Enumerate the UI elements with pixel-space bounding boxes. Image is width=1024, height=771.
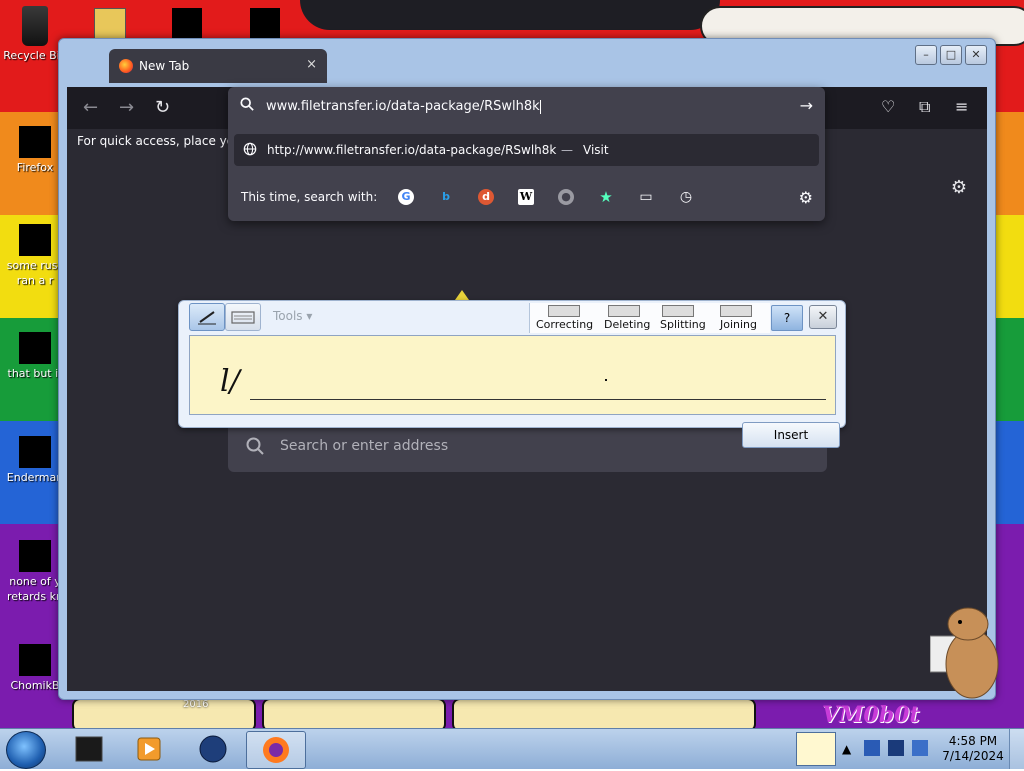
wikipedia-icon[interactable]: W <box>518 189 534 205</box>
recycle-bin-icon <box>22 6 48 46</box>
wallpaper-dark-shape <box>300 0 720 30</box>
ink-dot <box>605 379 607 381</box>
suggestion-url: http://www.filetransfer.io/data-package/… <box>267 143 557 157</box>
folder-icon <box>19 332 51 364</box>
keyboard-button[interactable] <box>225 303 261 331</box>
url-suggestion[interactable]: http://www.filetransfer.io/data-package/… <box>234 134 819 166</box>
back-button[interactable]: ← <box>83 97 98 118</box>
desktop-app-icon-2[interactable] <box>250 8 280 40</box>
system-tray: ▲ <box>796 732 936 766</box>
network-icon[interactable] <box>888 740 904 756</box>
ink-writing-area[interactable]: l/ <box>189 335 836 415</box>
hamster-icon <box>19 644 51 676</box>
gesture-correcting[interactable]: Correcting <box>536 318 593 331</box>
reload-button[interactable]: ↻ <box>155 97 170 118</box>
desktop-folder-icon[interactable] <box>94 8 126 42</box>
action-center-icon[interactable] <box>864 740 880 756</box>
writing-baseline <box>250 399 826 400</box>
globe-app-icon <box>199 735 227 763</box>
search-settings-gear-icon[interactable]: ⚙ <box>799 188 813 207</box>
insert-button[interactable]: Insert <box>742 422 840 448</box>
taskbar: ▲ 4:58 PM 7/14/2024 <box>0 728 1024 769</box>
tabs-icon[interactable]: ▭ <box>638 189 654 205</box>
app-icon <box>19 540 51 572</box>
url-bar[interactable]: www.filetransfer.io/data-package/RSwlh8k… <box>228 87 825 127</box>
show-desktop-button[interactable] <box>1009 729 1024 769</box>
wallpaper-bottom-art <box>62 698 782 732</box>
forward-button[interactable]: → <box>119 97 134 118</box>
tab-title: New Tab <box>139 59 190 73</box>
url-dropdown: www.filetransfer.io/data-package/RSwlh8k… <box>228 87 825 221</box>
google-icon[interactable]: G <box>398 189 414 205</box>
globe-icon <box>243 142 257 156</box>
minimize-button[interactable]: – <box>915 45 937 65</box>
file-icon <box>19 224 51 256</box>
firefox-icon <box>119 59 133 73</box>
desktop-app-icon[interactable] <box>172 8 202 40</box>
tip-anchor-icon <box>455 290 469 300</box>
splitting-icon <box>662 305 694 317</box>
deleting-icon <box>608 305 640 317</box>
pocket-icon[interactable]: ♡ <box>881 97 895 116</box>
handwritten-ink: l/ <box>220 364 240 399</box>
newtab-search-placeholder: Search or enter address <box>280 438 449 454</box>
search-icon <box>240 97 254 111</box>
tablet-input-icon[interactable] <box>796 732 836 766</box>
bookmarks-star-icon[interactable]: ★ <box>598 189 614 205</box>
pen-icon <box>198 311 216 325</box>
clock-date: 7/14/2024 <box>942 749 1004 763</box>
search-engines-row: This time, search with: G b d W ● ★ ▭ ◷ … <box>228 175 825 215</box>
newtab-settings-gear-icon[interactable]: ⚙ <box>951 177 967 198</box>
duckduckgo-icon[interactable]: d <box>478 189 494 205</box>
joining-icon <box>720 305 752 317</box>
gesture-deleting[interactable]: Deleting <box>604 318 650 331</box>
tab-close-icon[interactable]: × <box>306 57 317 72</box>
app-icon <box>19 436 51 468</box>
tip-toolbar: Tools ▾ Correcting Deleting Splitting Jo… <box>181 303 843 333</box>
tip-close-button[interactable]: ✕ <box>809 305 837 329</box>
taskbar-app-firefox[interactable] <box>246 731 306 769</box>
terminal-icon <box>75 736 103 762</box>
wallpaper-signature: VM0b0t <box>822 702 920 728</box>
clock[interactable]: 4:58 PM 7/14/2024 <box>940 734 1006 764</box>
bing-icon[interactable]: b <box>438 189 454 205</box>
search-icon <box>246 437 264 455</box>
newtab-search-box[interactable]: Search or enter address <box>228 421 827 472</box>
media-player-icon <box>137 737 161 761</box>
gesture-splitting[interactable]: Splitting <box>660 318 706 331</box>
search-engine-icon[interactable]: ● <box>558 189 574 205</box>
help-button[interactable]: ? <box>771 305 803 331</box>
taskbar-app-cmd[interactable] <box>60 731 118 767</box>
suggestion-action: Visit <box>583 143 609 157</box>
writing-pad-button[interactable] <box>189 303 225 331</box>
menu-icon[interactable]: ≡ <box>955 97 968 116</box>
firefox-icon <box>263 737 289 763</box>
history-clock-icon[interactable]: ◷ <box>678 189 694 205</box>
handwriting-input-panel: Tools ▾ Correcting Deleting Splitting Jo… <box>178 300 846 428</box>
window-controls: – □ ✕ <box>915 45 987 65</box>
go-arrow-icon[interactable]: → <box>800 96 813 115</box>
firefox-shortcut-icon <box>19 126 51 158</box>
hamster-sticker-icon <box>930 607 999 699</box>
tab-new-tab[interactable]: New Tab × <box>109 49 327 83</box>
keyboard-icon <box>231 311 255 324</box>
show-hidden-icons-icon[interactable]: ▲ <box>842 742 851 756</box>
suggestion-separator: — <box>561 143 573 157</box>
tools-menu[interactable]: Tools ▾ <box>273 309 312 323</box>
gesture-joining[interactable]: Joining <box>720 318 757 331</box>
gesture-hints: Correcting Deleting Splitting Joining <box>529 303 770 333</box>
maximize-button[interactable]: □ <box>940 45 962 65</box>
extensions-icon[interactable]: ⧉ <box>919 97 930 117</box>
wallpaper-year: 2016 <box>183 699 209 710</box>
clock-time: 4:58 PM <box>948 734 998 748</box>
url-input[interactable]: www.filetransfer.io/data-package/RSwlh8k <box>266 99 541 114</box>
taskbar-app-globe[interactable] <box>184 731 242 767</box>
search-with-label: This time, search with: <box>241 190 378 204</box>
volume-icon[interactable] <box>912 740 928 756</box>
taskbar-app-media[interactable] <box>120 731 178 767</box>
close-window-button[interactable]: ✕ <box>965 45 987 65</box>
start-button[interactable] <box>6 731 46 769</box>
correcting-icon <box>548 305 580 317</box>
